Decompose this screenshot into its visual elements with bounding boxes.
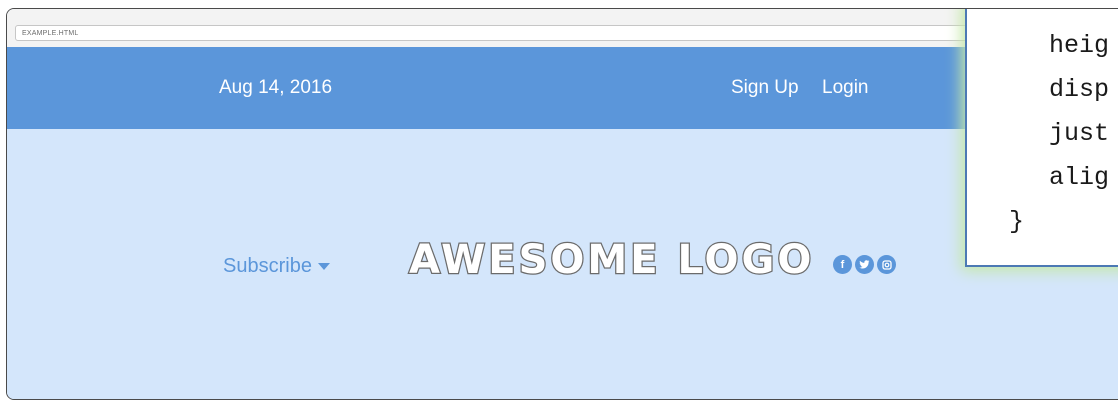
subscribe-dropdown[interactable]: Subscribe xyxy=(223,255,330,278)
code-line: heig xyxy=(1049,31,1110,60)
code-line: just xyxy=(1049,119,1110,148)
browser-chrome: EXAMPLE.HTML xyxy=(7,9,1118,47)
caret-down-icon xyxy=(317,263,330,271)
code-line: alig xyxy=(1049,163,1110,192)
instagram-icon[interactable] xyxy=(877,255,896,274)
browser-window: EXAMPLE.HTML Aug 14, 2016 Sign Up Login … xyxy=(6,8,1118,400)
login-link[interactable]: Login xyxy=(822,47,869,129)
sign-up-link[interactable]: Sign Up xyxy=(731,47,799,129)
hero-section: Subscribe AWESOME LOGO f xyxy=(7,129,1118,399)
code-line: disp xyxy=(1049,75,1110,104)
subscribe-label: Subscribe xyxy=(223,255,312,277)
site-header: Aug 14, 2016 Sign Up Login xyxy=(7,47,1118,129)
twitter-icon[interactable] xyxy=(855,255,874,274)
social-links: f xyxy=(833,255,896,274)
site-logo[interactable]: AWESOME LOGO xyxy=(408,236,814,285)
header-date: Aug 14, 2016 xyxy=(219,77,333,98)
facebook-icon[interactable]: f xyxy=(833,255,852,274)
url-bar[interactable]: EXAMPLE.HTML xyxy=(15,25,1115,41)
code-snippet-panel: heig disp just alig } xyxy=(965,9,1118,267)
code-line: } xyxy=(1009,207,1025,236)
